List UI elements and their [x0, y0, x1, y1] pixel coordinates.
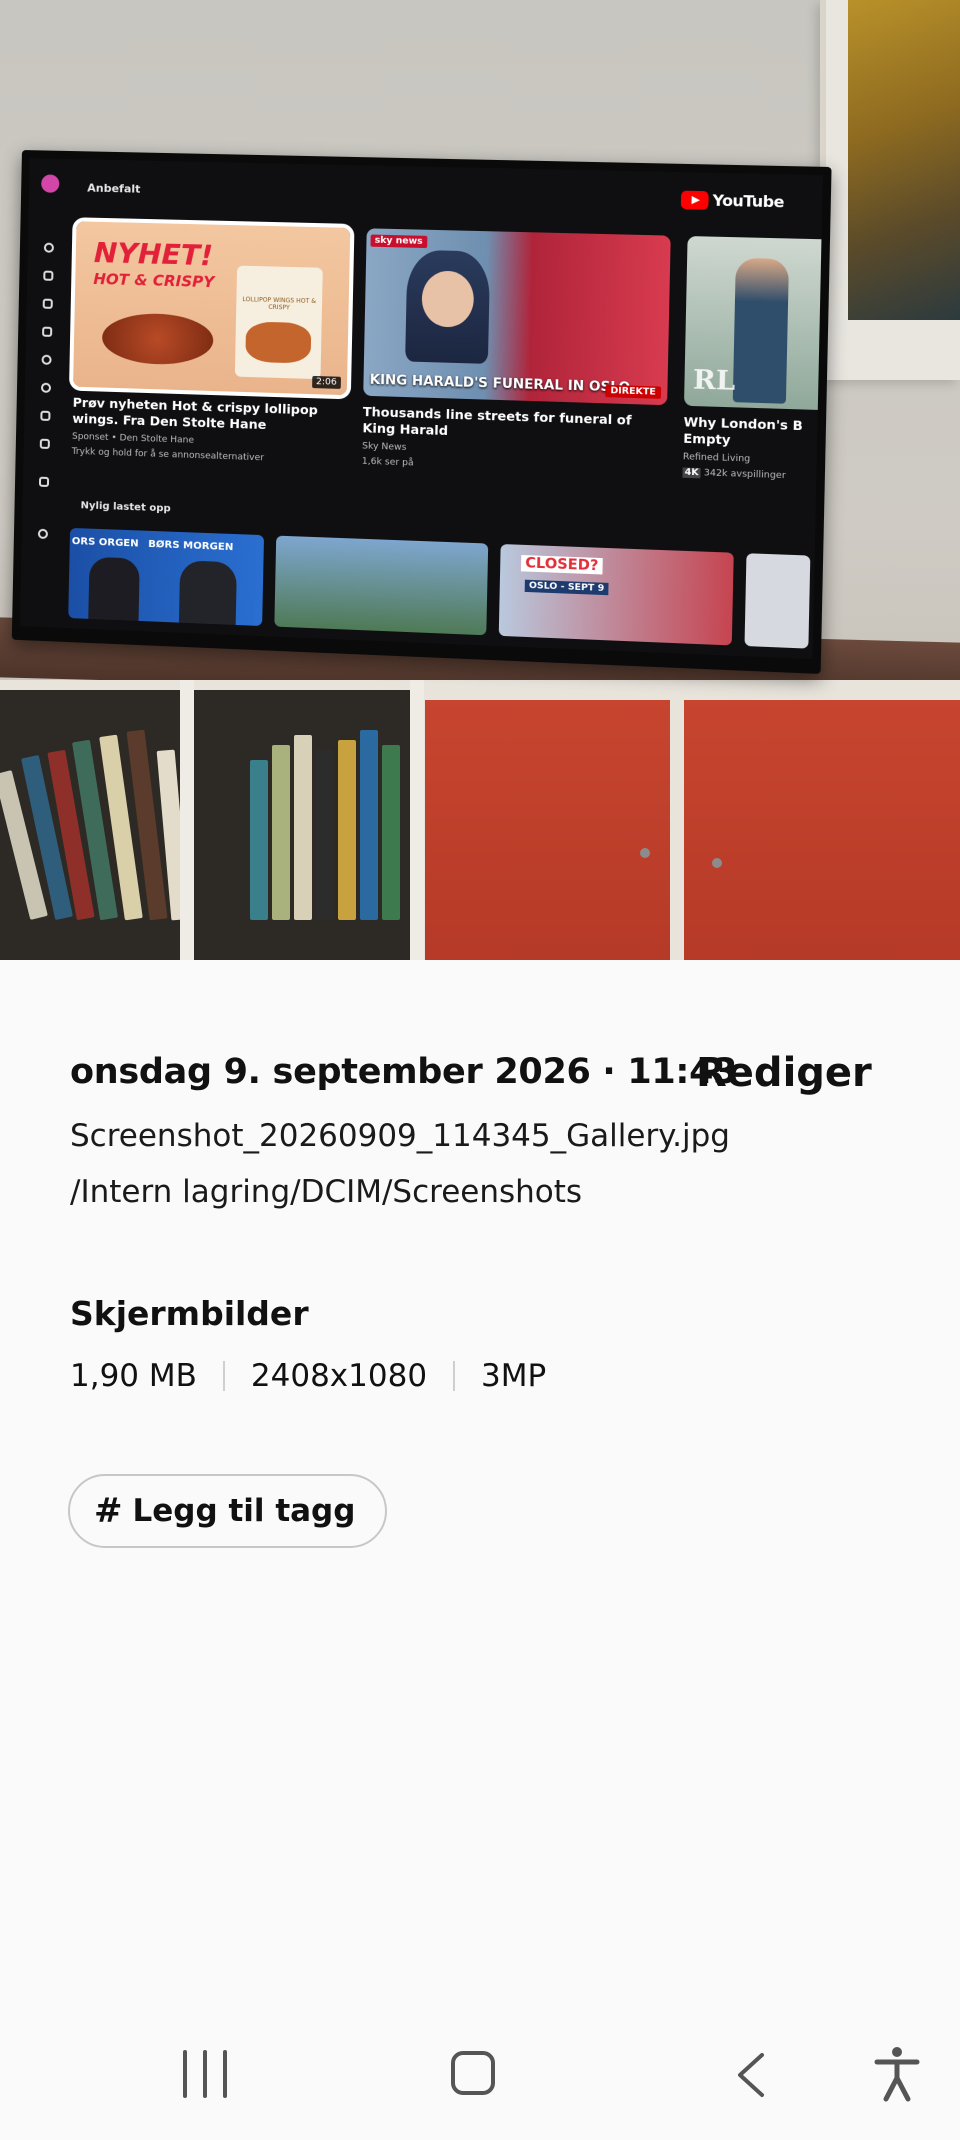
- youtube-side-rail: [20, 158, 68, 627]
- cabinet-door-left: [425, 700, 670, 960]
- wall-painting: [820, 0, 960, 380]
- photo-preview[interactable]: Anbefalt YouTube NYHET! HOT & CRISPY LOL…: [0, 0, 960, 960]
- video-thumb: CLOSED? OSLO - SEPT 9: [498, 544, 734, 646]
- tv-screen: Anbefalt YouTube NYHET! HOT & CRISPY LOL…: [20, 158, 823, 660]
- system-navigation-bar: [0, 2028, 960, 2140]
- gaming-icon: [40, 410, 51, 421]
- search-icon: [43, 242, 55, 253]
- video-thumb: [274, 535, 489, 636]
- library-icon: [42, 326, 53, 337]
- capture-datetime: onsdag 9. september 2026 · 11:43: [70, 1052, 738, 1092]
- settings-icon: [37, 528, 49, 540]
- megapixels: 3MP: [481, 1358, 547, 1394]
- home-icon: [43, 270, 54, 281]
- file-path: /Intern lagring/DCIM/Screenshots: [70, 1174, 583, 1210]
- profile-avatar: [41, 174, 60, 193]
- music-icon: [40, 382, 52, 393]
- news-icon: [38, 476, 50, 488]
- file-name: Screenshot_20260909_114345_Gallery.jpg: [70, 1118, 730, 1154]
- section-recent-uploads: Nylig lastet opp: [80, 500, 171, 515]
- accessibility-icon[interactable]: [874, 2046, 920, 2102]
- video-thumb: [744, 553, 811, 649]
- file-specs: 1,90 MB 2408x1080 3MP: [70, 1358, 546, 1394]
- add-tag-label: Legg til tagg: [132, 1493, 356, 1529]
- back-icon[interactable]: [732, 2052, 772, 2098]
- section-recommended: Anbefalt: [87, 181, 141, 196]
- add-tag-button[interactable]: # Legg til tagg: [68, 1474, 388, 1548]
- sideboard: [0, 680, 960, 960]
- home-icon[interactable]: [451, 2051, 495, 2095]
- youtube-play-icon: [680, 190, 709, 210]
- television: Anbefalt YouTube NYHET! HOT & CRISPY LOL…: [11, 150, 832, 674]
- recents-icon[interactable]: [183, 2050, 227, 2098]
- podcast-icon: [41, 354, 52, 365]
- hashtag-icon: #: [94, 1491, 123, 1531]
- file-size: 1,90 MB: [70, 1358, 197, 1394]
- details-panel: onsdag 9. september 2026 · 11:43 Rediger…: [0, 960, 960, 2028]
- video-card: sky news KING HARALD'S FUNERAL IN OSLO D…: [362, 228, 671, 478]
- bookshelf: [0, 690, 410, 960]
- video-thumb: ORS ORGEN BØRS MORGEN: [68, 527, 265, 627]
- divider: [222, 1361, 225, 1391]
- trophy-icon: [39, 438, 50, 450]
- video-card: NYHET! HOT & CRISPY LOLLIPOP WINGS HOT &…: [68, 217, 355, 467]
- image-resolution: 2408x1080: [250, 1358, 428, 1394]
- video-card: RL Why London's B Empty Refined Living 4…: [682, 236, 823, 484]
- cabinet-door-right: [684, 700, 960, 960]
- divider: [453, 1361, 456, 1391]
- album-name[interactable]: Skjermbilder: [70, 1294, 309, 1333]
- youtube-logo: YouTube: [680, 190, 784, 211]
- subscriptions-icon: [42, 298, 53, 309]
- edit-button[interactable]: Rediger: [696, 1050, 872, 1096]
